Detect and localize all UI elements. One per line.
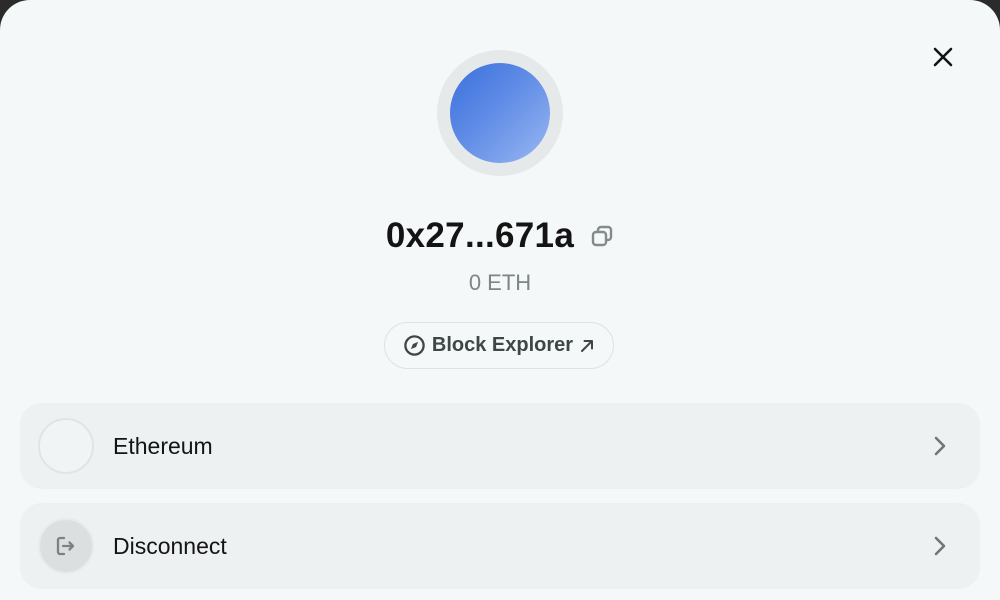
- arrow-up-right-icon: [581, 339, 594, 352]
- avatar: [450, 63, 550, 163]
- wallet-balance: 0 ETH: [468, 270, 532, 295]
- chevron-right-icon: [930, 534, 950, 558]
- compass-icon: [404, 335, 425, 356]
- disconnect-row[interactable]: Disconnect: [20, 503, 980, 589]
- close-icon: [933, 47, 953, 67]
- network-label: Ethereum: [113, 432, 213, 459]
- disconnect-label: Disconnect: [113, 532, 227, 559]
- block-explorer-button[interactable]: Block Explorer: [384, 322, 614, 369]
- network-row[interactable]: Ethereum: [20, 403, 980, 489]
- address-row: 0x27...671a: [0, 208, 1000, 264]
- avatar-ring: [437, 50, 563, 176]
- wallet-address: 0x27...671a: [385, 216, 575, 255]
- copy-address-button[interactable]: [590, 224, 614, 248]
- logout-icon: [38, 518, 94, 574]
- account-modal: 0x27...671a 0 ETH Block Explorer Ethereu…: [0, 0, 1000, 600]
- copy-icon: [591, 225, 613, 247]
- network-placeholder-icon: [38, 418, 94, 474]
- chevron-right-icon: [930, 434, 950, 458]
- block-explorer-label: Block Explorer: [431, 334, 574, 356]
- close-button[interactable]: [926, 40, 960, 74]
